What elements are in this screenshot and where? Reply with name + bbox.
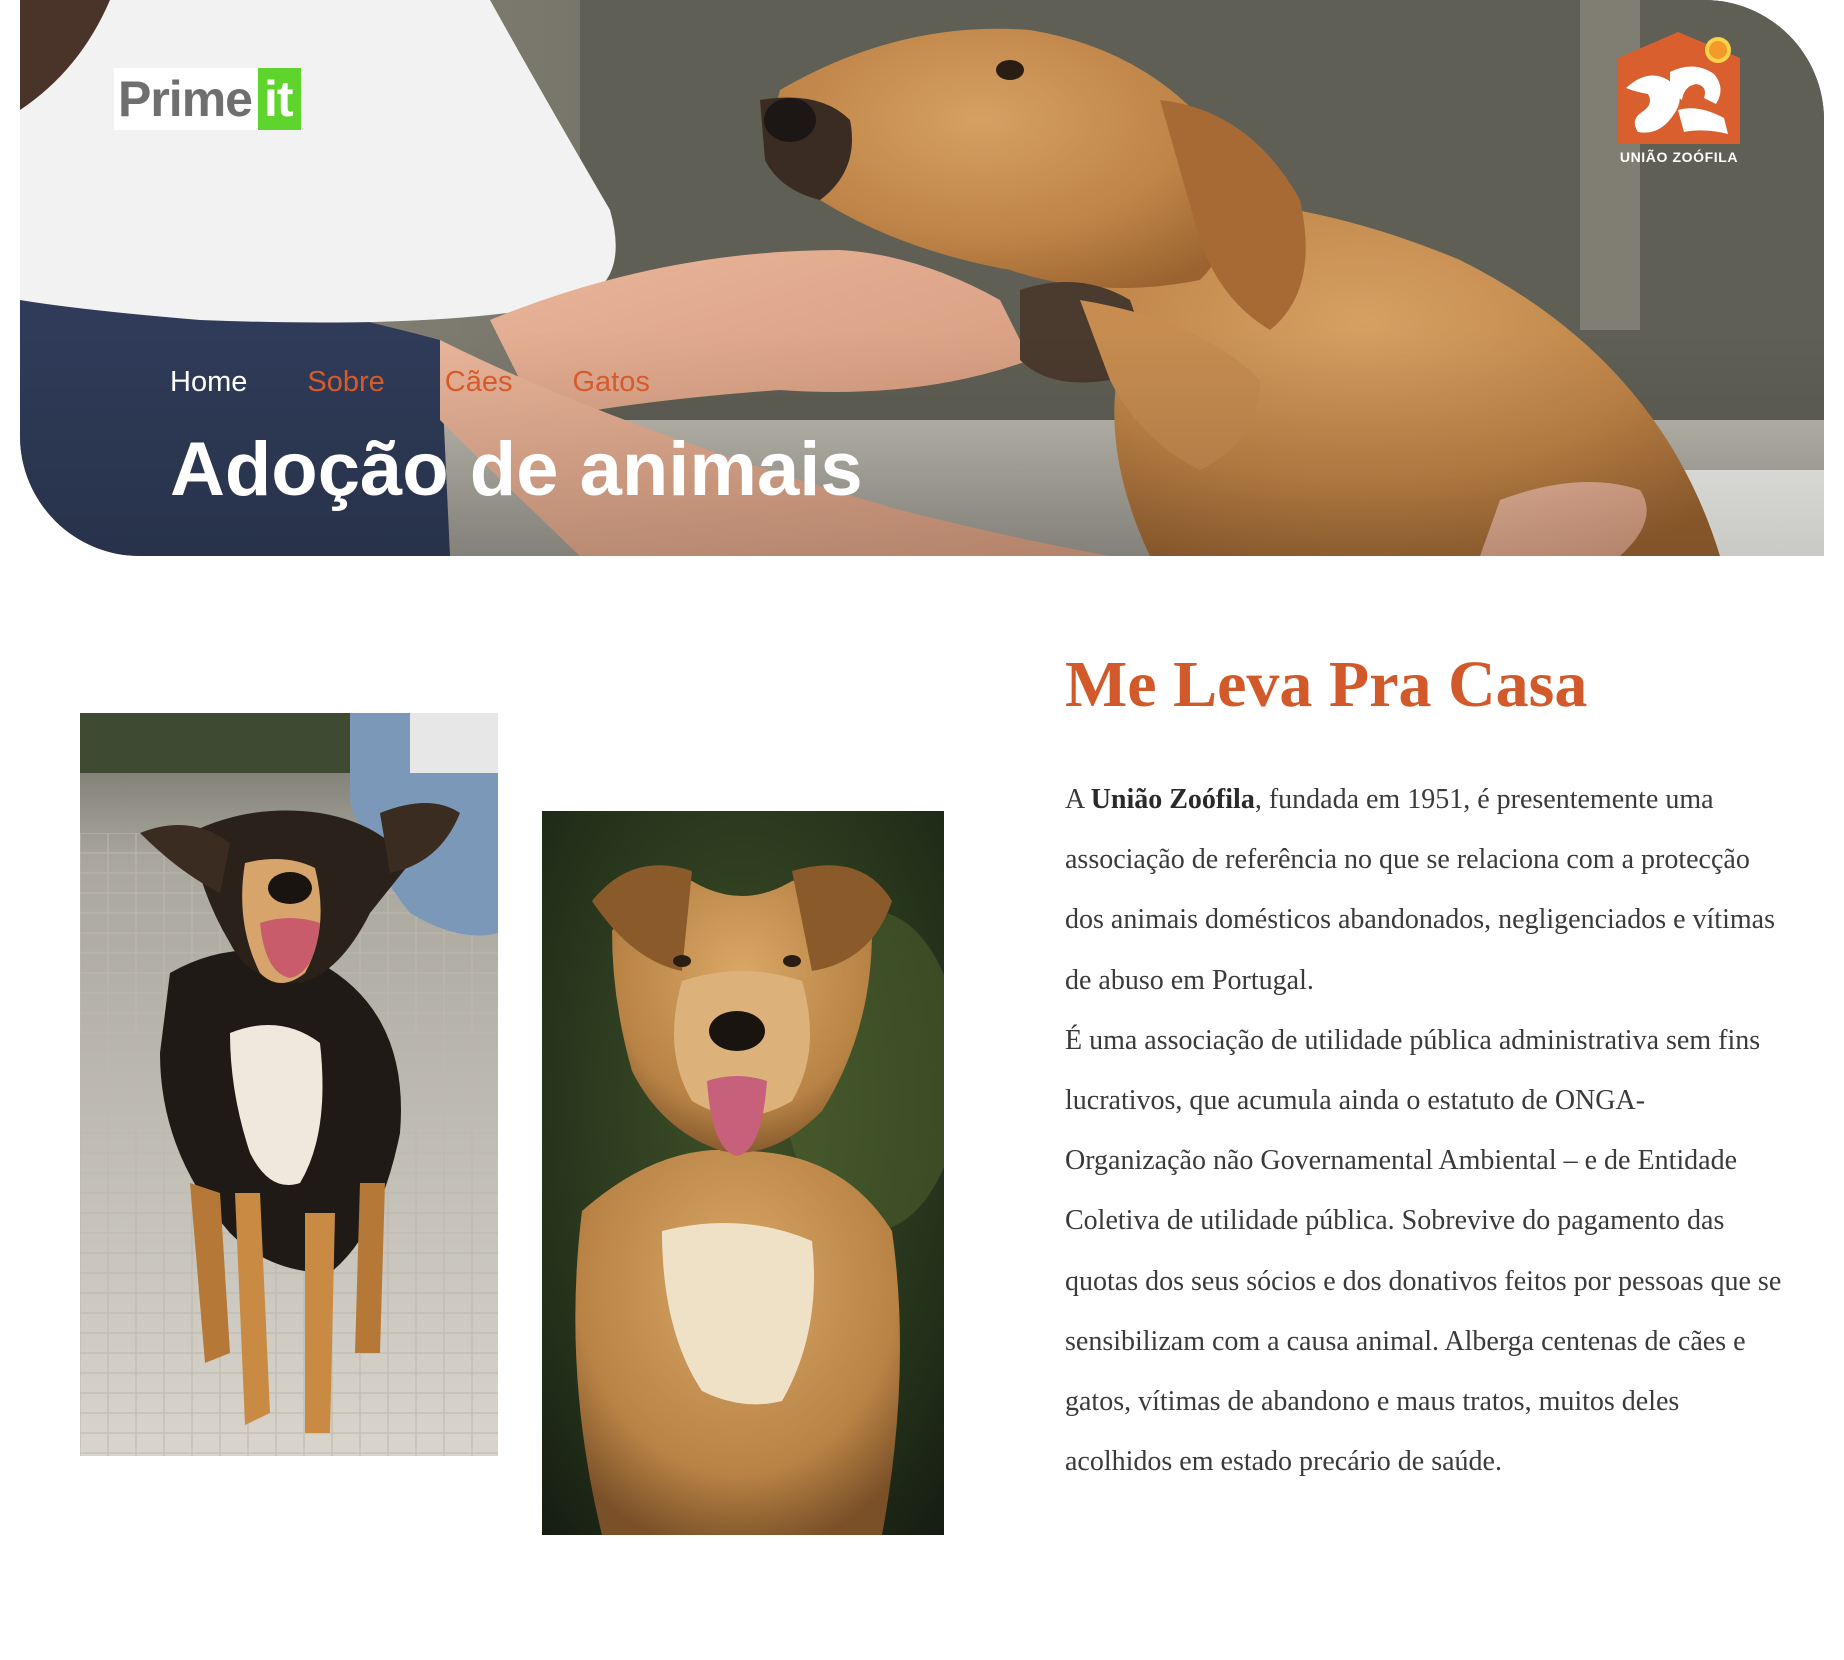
logo-text-prime: Prime	[114, 68, 258, 130]
uniao-zoofila-logo[interactable]: UNIÃO ZOÓFILA	[1604, 28, 1754, 168]
about-paragraph-2: É uma associação de utilidade pública ad…	[1065, 1024, 1782, 1478]
uniao-zoofila-logo-text: UNIÃO ZOÓFILA	[1619, 149, 1739, 165]
about-org-name: União Zoófila	[1090, 784, 1255, 815]
logo-text-it: it	[257, 68, 301, 130]
nav-item-sobre[interactable]: Sobre	[307, 366, 384, 399]
prime-it-logo[interactable]: Prime it	[114, 68, 301, 130]
dog-photo-walking	[80, 713, 498, 1456]
about-intro-prefix: A	[1065, 784, 1091, 815]
about-intro-rest: , fundada em 1951, é presentemente uma a…	[1065, 784, 1775, 996]
uniao-zoofila-emblem-icon	[1618, 32, 1740, 144]
dog-photo-portrait	[542, 811, 944, 1535]
main-navigation: Home Sobre Cães Gatos	[170, 366, 710, 399]
nav-item-home[interactable]: Home	[170, 366, 247, 399]
about-text: A União Zoófila, fundada em 1951, é pres…	[1065, 770, 1785, 1492]
about-title: Me Leva Pra Casa	[1065, 648, 1588, 721]
hero-banner: Prime it UNIÃO ZOÓFILA Home Sobre Cães G…	[20, 0, 1824, 556]
about-paragraph-1: A União Zoófila, fundada em 1951, é pres…	[1065, 770, 1785, 1011]
nav-item-gatos[interactable]: Gatos	[572, 366, 649, 399]
nav-item-caes[interactable]: Cães	[445, 366, 513, 399]
page: Prime it UNIÃO ZOÓFILA Home Sobre Cães G…	[0, 0, 1844, 1660]
hero-title: Adoção de animais	[170, 427, 863, 512]
